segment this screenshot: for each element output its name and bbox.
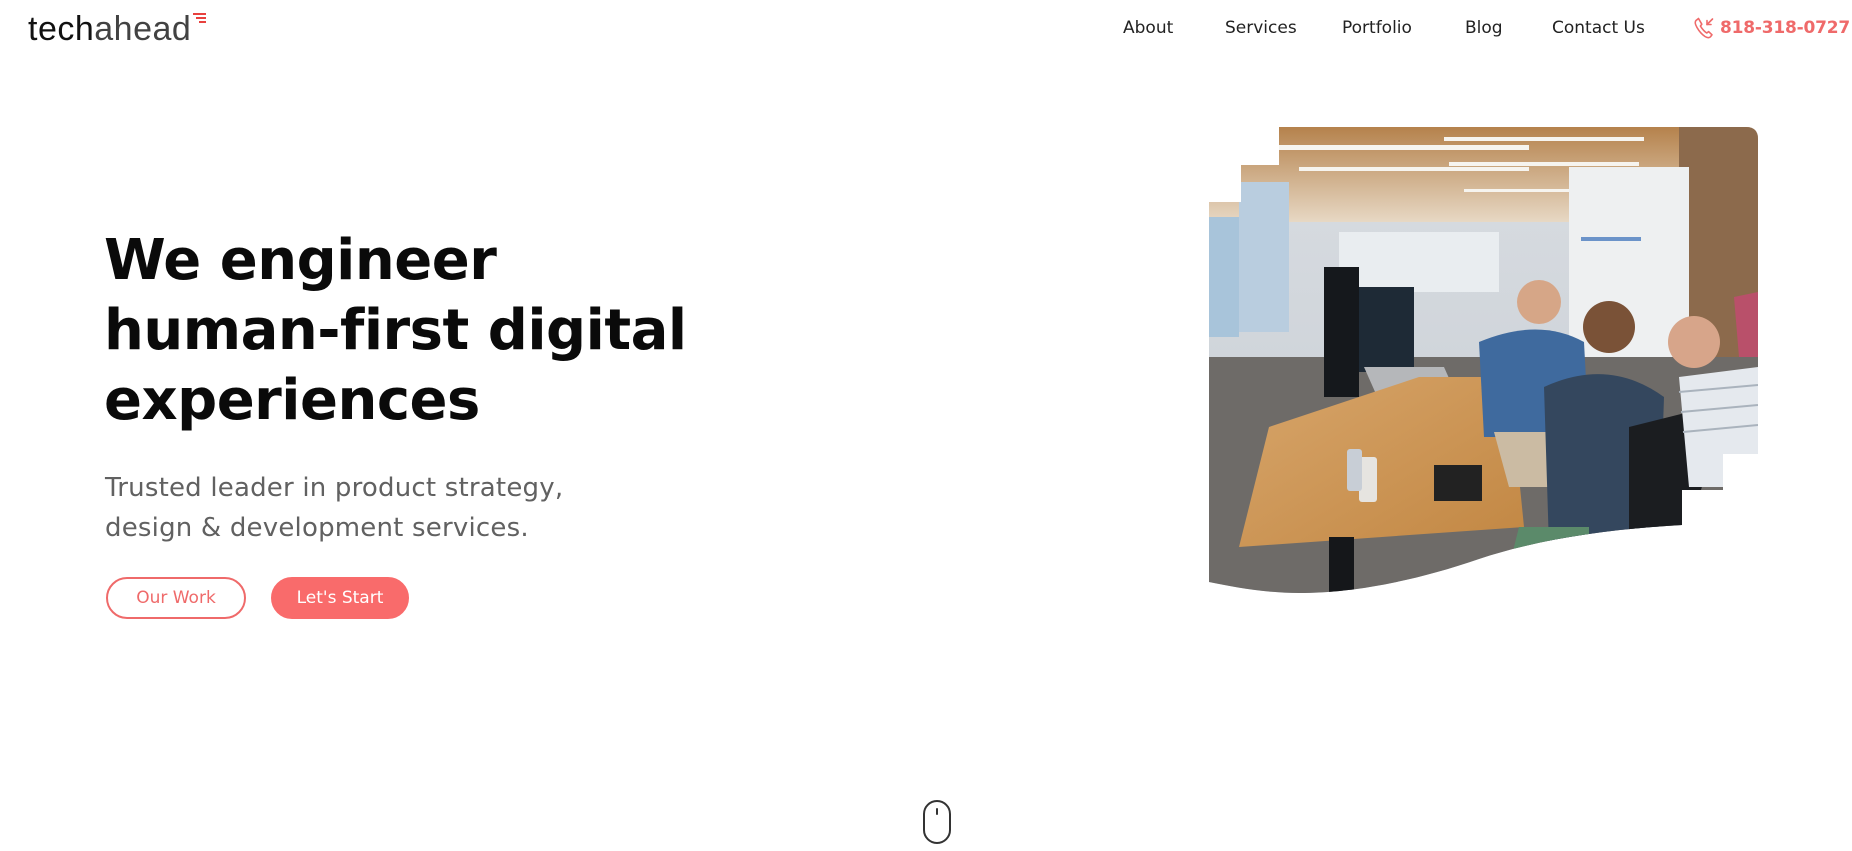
nav-services[interactable]: Services <box>1225 18 1297 38</box>
phone-link[interactable]: 818-318-0727 <box>1692 14 1850 42</box>
mouse-scroll-icon <box>923 800 951 844</box>
nav-portfolio[interactable]: Portfolio <box>1342 18 1412 38</box>
hero-title-line: We engineer <box>104 228 497 293</box>
hero-title-line: human-first digital <box>104 298 687 363</box>
scroll-down-indicator[interactable] <box>922 799 952 845</box>
logo-text-ahead: ahead <box>94 10 192 48</box>
nav-contact-us[interactable]: Contact Us <box>1552 18 1645 38</box>
phone-call-icon <box>1694 17 1714 39</box>
nav-blog[interactable]: Blog <box>1465 18 1503 38</box>
hero-subtitle-line: design & development services. <box>105 513 529 543</box>
office-team-photo <box>1209 127 1758 593</box>
logo[interactable]: tech ahead <box>28 6 207 48</box>
logo-accent-lines-icon <box>192 13 207 25</box>
phone-number: 818-318-0727 <box>1720 18 1850 38</box>
our-work-button[interactable]: Our Work <box>106 577 246 619</box>
lets-start-button[interactable]: Let's Start <box>271 577 409 619</box>
logo-text-tech: tech <box>28 10 95 48</box>
hero-subtitle: Trusted leader in product strategy, desi… <box>105 468 705 548</box>
hero-title: We engineer human-first digital experien… <box>104 226 804 436</box>
nav-about[interactable]: About <box>1123 18 1173 38</box>
hero-subtitle-line: Trusted leader in product strategy, <box>105 473 564 503</box>
hero-title-line: experiences <box>104 368 480 433</box>
hero-image <box>1209 127 1758 593</box>
